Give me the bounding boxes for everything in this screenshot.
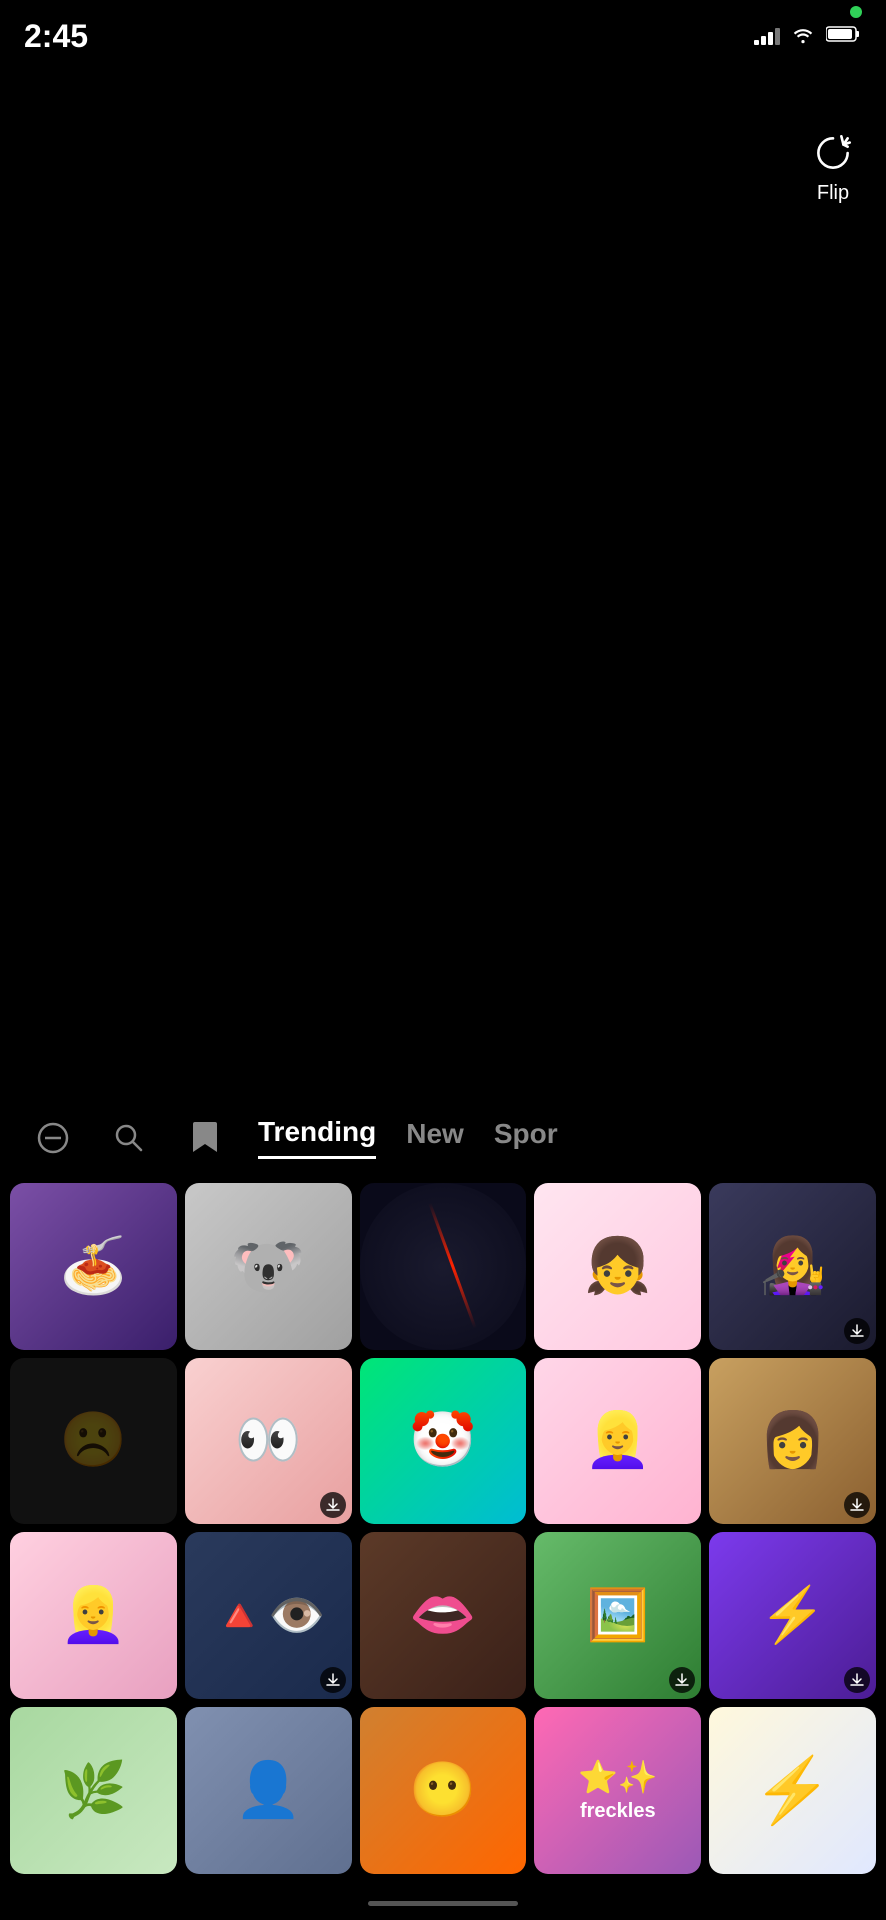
filter-item-dark-face[interactable]: ☹️ — [10, 1358, 177, 1525]
signal-icon — [754, 27, 780, 45]
filter-item-lips[interactable]: 👄 — [360, 1532, 527, 1699]
download-badge-12 — [320, 1667, 346, 1693]
tab-sports[interactable]: Spor — [494, 1118, 558, 1158]
filter-silhouette-preview: 👤 — [185, 1707, 352, 1874]
filter-bolt-preview: ⚡ — [709, 1707, 876, 1874]
filter-item-food[interactable]: 🍝 — [10, 1183, 177, 1350]
filter-warm-preview: 😶 — [360, 1707, 527, 1874]
flip-button[interactable]: Flip — [810, 130, 856, 205]
green-dot-indicator — [850, 6, 862, 18]
filter-food-preview: 🍝 — [10, 1183, 177, 1350]
filter-item-nature[interactable]: 🌿 — [10, 1707, 177, 1874]
filters-grid: 🍝 🐨 👧 👩‍🎤 — [0, 1171, 886, 1886]
filter-item-warm[interactable]: 😶 — [360, 1707, 527, 1874]
filter-laser-preview — [360, 1183, 527, 1350]
flip-label: Flip — [817, 182, 849, 205]
filter-freckles-preview: ⭐✨ freckles — [534, 1707, 701, 1874]
camera-viewfinder — [0, 0, 886, 1020]
filter-item-bolt[interactable]: ⚡ — [709, 1707, 876, 1874]
signal-bar-1 — [754, 40, 759, 45]
wifi-icon — [790, 24, 816, 49]
filter-item-dark-anime[interactable]: 👩‍🎤 — [709, 1183, 876, 1350]
home-indicator — [0, 1886, 886, 1920]
signal-bar-2 — [761, 36, 766, 45]
tab-trending[interactable]: Trending — [258, 1116, 376, 1159]
freckles-label: freckles — [580, 1800, 656, 1823]
filter-item-laser[interactable] — [360, 1183, 527, 1350]
filter-item-blonde[interactable]: 👱‍♀️ — [534, 1358, 701, 1525]
status-bar: 2:45 — [0, 0, 886, 60]
search-filter-icon[interactable] — [106, 1115, 152, 1161]
download-badge-7 — [320, 1492, 346, 1518]
filter-pink-girl-preview: 👱‍♀️ — [10, 1532, 177, 1699]
signal-bar-4 — [775, 28, 780, 45]
filter-item-koala[interactable]: 🐨 — [185, 1183, 352, 1350]
filter-anime-preview: 👧 — [534, 1183, 701, 1350]
laser-line — [429, 1203, 477, 1329]
filter-nature-preview: 🌿 — [10, 1707, 177, 1874]
filter-blonde-preview: 👱‍♀️ — [534, 1358, 701, 1525]
cancel-filter-icon[interactable] — [30, 1115, 76, 1161]
filter-item-lightning-shield[interactable]: ⚡ — [709, 1532, 876, 1699]
filter-clown-preview: 🤡 — [360, 1358, 527, 1525]
home-bar — [368, 1901, 518, 1906]
filter-dark-face-preview: ☹️ — [10, 1358, 177, 1525]
flip-camera-icon — [810, 130, 856, 176]
filter-lips-preview: 👄 — [360, 1532, 527, 1699]
filter-item-eyes[interactable]: 👀 — [185, 1358, 352, 1525]
battery-icon — [826, 25, 862, 48]
filter-item-triangle-eye[interactable]: 🔺👁️ — [185, 1532, 352, 1699]
download-badge-15 — [844, 1667, 870, 1693]
filter-item-clown[interactable]: 🤡 — [360, 1358, 527, 1525]
filter-item-image-dl[interactable]: 🖼️ — [534, 1532, 701, 1699]
status-time: 2:45 — [24, 18, 88, 55]
filter-item-woman[interactable]: 👩 — [709, 1358, 876, 1525]
tab-bar: Trending New Spor — [0, 1095, 886, 1171]
filter-item-anime-girl[interactable]: 👧 — [534, 1183, 701, 1350]
filter-item-pink-girl[interactable]: 👱‍♀️ — [10, 1532, 177, 1699]
signal-bar-3 — [768, 32, 773, 45]
bottom-panel: Trending New Spor 🍝 🐨 👧 — [0, 1095, 886, 1920]
tab-new[interactable]: New — [406, 1118, 464, 1158]
filter-koala-preview: 🐨 — [185, 1183, 352, 1350]
status-icons — [754, 24, 862, 49]
download-badge-5 — [844, 1318, 870, 1344]
filter-item-freckles[interactable]: ⭐✨ freckles — [534, 1707, 701, 1874]
filter-item-silhouette[interactable]: 👤 — [185, 1707, 352, 1874]
bookmark-filter-icon[interactable] — [182, 1115, 228, 1161]
